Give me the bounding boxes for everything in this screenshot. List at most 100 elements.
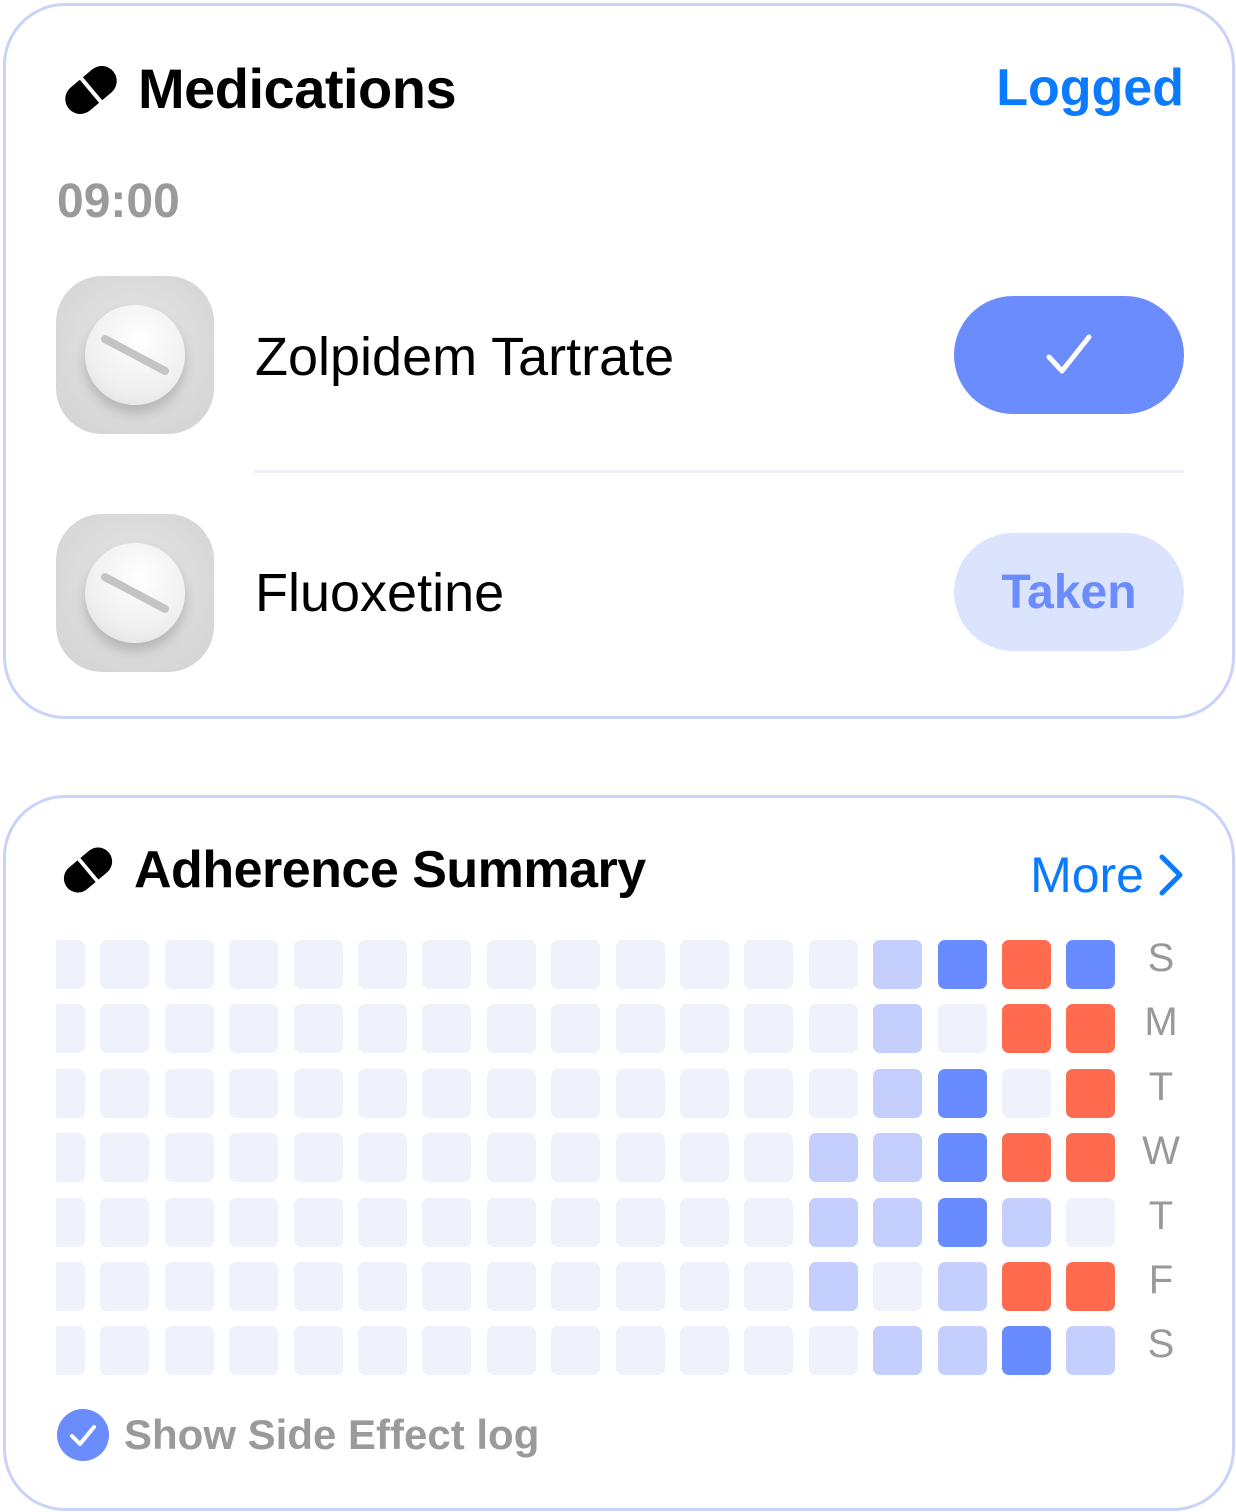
heatmap-cell [937,1197,987,1247]
heatmap-cell [551,1262,601,1311]
heatmap-cell [873,1068,923,1118]
heatmap-cell [615,1004,665,1054]
heatmap-cell [808,1262,858,1311]
heatmap-cell [164,1133,214,1183]
heatmap-cell [422,1068,472,1118]
heatmap-cell [422,1004,472,1054]
heatmap-cell [744,1197,794,1247]
heatmap-cell [56,1326,85,1376]
heatmap-cell [293,1133,343,1183]
heatmap-cell [937,940,987,989]
heatmap-cell [486,1133,536,1183]
logged-link[interactable]: Logged [996,58,1184,118]
heatmap-cell [229,1133,279,1183]
heatmap-cell [164,1326,214,1376]
heatmap-cell [615,1326,665,1376]
heatmap-cell [358,1197,407,1247]
heatmap-cell [1066,1262,1116,1311]
checkbox-checked-icon[interactable] [56,1408,110,1462]
heatmap-cell [486,1326,536,1376]
heatmap-cell [422,940,472,989]
side-effect-label: Show Side Effect log [124,1411,540,1458]
heatmap-cell [808,940,858,989]
heatmap-cell [551,940,601,989]
heatmap-cell [422,1133,472,1183]
heatmap-cell [615,1262,665,1311]
heatmap-cell [422,1197,472,1247]
heatmap-cell [56,940,85,989]
heatmap-cell [808,1197,858,1247]
heatmap-cell [937,1004,987,1054]
adherence-heatmap [56,940,1121,1380]
heatmap-cell [615,940,665,989]
heatmap-cell [551,1326,601,1376]
heatmap-cell [1066,940,1116,989]
heatmap-cell [56,1068,85,1118]
heatmap-cell [229,940,279,989]
heatmap-cell [1066,1068,1116,1118]
heatmap-cell [358,1326,407,1376]
heatmap-cell [680,1004,729,1054]
heatmap-cell [808,1068,858,1118]
heatmap-cell [873,1326,923,1376]
heatmap-cell [422,1262,472,1311]
heatmap-cell [486,1004,536,1054]
medication-image [56,276,214,434]
more-link[interactable]: More [1030,846,1184,904]
heatmap-cell [1002,1068,1051,1118]
card-title: Adherence Summary [134,841,646,899]
heatmap-cell [229,1197,279,1247]
heatmap-cell [293,1262,343,1311]
heatmap-cell [56,1004,85,1054]
dose-time: 09:00 [57,175,180,228]
taken-button[interactable]: Taken [954,533,1184,651]
heatmap-cell [100,1326,150,1376]
heatmap-cell [100,940,150,989]
heatmap-cell [164,1068,214,1118]
heatmap-cell [358,1262,407,1311]
heatmap-cell [1002,1133,1051,1183]
heatmap-cell [937,1068,987,1118]
heatmap-cell [229,1326,279,1376]
heatmap-cell [873,940,923,989]
chevron-right-icon [1159,854,1183,896]
heatmap-cell [293,1068,343,1118]
heatmap-cell [164,1004,214,1054]
heatmap-cell [486,1068,536,1118]
heatmap-cell [1002,1262,1051,1311]
heatmap-cell [680,1326,729,1376]
heatmap-cell [744,1068,794,1118]
heatmap-cell [1002,1004,1051,1054]
heatmap-cell [1002,1197,1051,1247]
tablet-icon [85,543,185,643]
heatmap-cell [358,1004,407,1054]
heatmap-cell [615,1068,665,1118]
heatmap-cell [422,1326,472,1376]
heatmap-cell [229,1068,279,1118]
medication-image [56,514,214,672]
heatmap-cell [680,1262,729,1311]
heatmap-cell [937,1133,987,1183]
heatmap-cell [293,1197,343,1247]
heatmap-cell [486,1262,536,1311]
heatmap-cell [1066,1197,1116,1247]
heatmap-cell [293,1004,343,1054]
heatmap-cell [100,1004,150,1054]
taken-check-button[interactable] [954,296,1184,414]
heatmap-cell [1002,940,1051,989]
side-effect-toggle[interactable]: Show Side Effect log [56,1408,539,1462]
weekday-label: T [1148,1064,1174,1109]
heatmap-cell [358,940,407,989]
heatmap-cell [100,1133,150,1183]
heatmap-cell [551,1004,601,1054]
heatmap-cell [551,1068,601,1118]
heatmap-cell [1002,1326,1051,1376]
heatmap-cell [100,1197,150,1247]
heatmap-cell [808,1004,858,1054]
heatmap-cell [873,1133,923,1183]
divider [254,470,1184,473]
heatmap-cell [873,1004,923,1054]
heatmap-cell [615,1133,665,1183]
heatmap-cell [873,1262,923,1311]
heatmap-cell [744,1004,794,1054]
